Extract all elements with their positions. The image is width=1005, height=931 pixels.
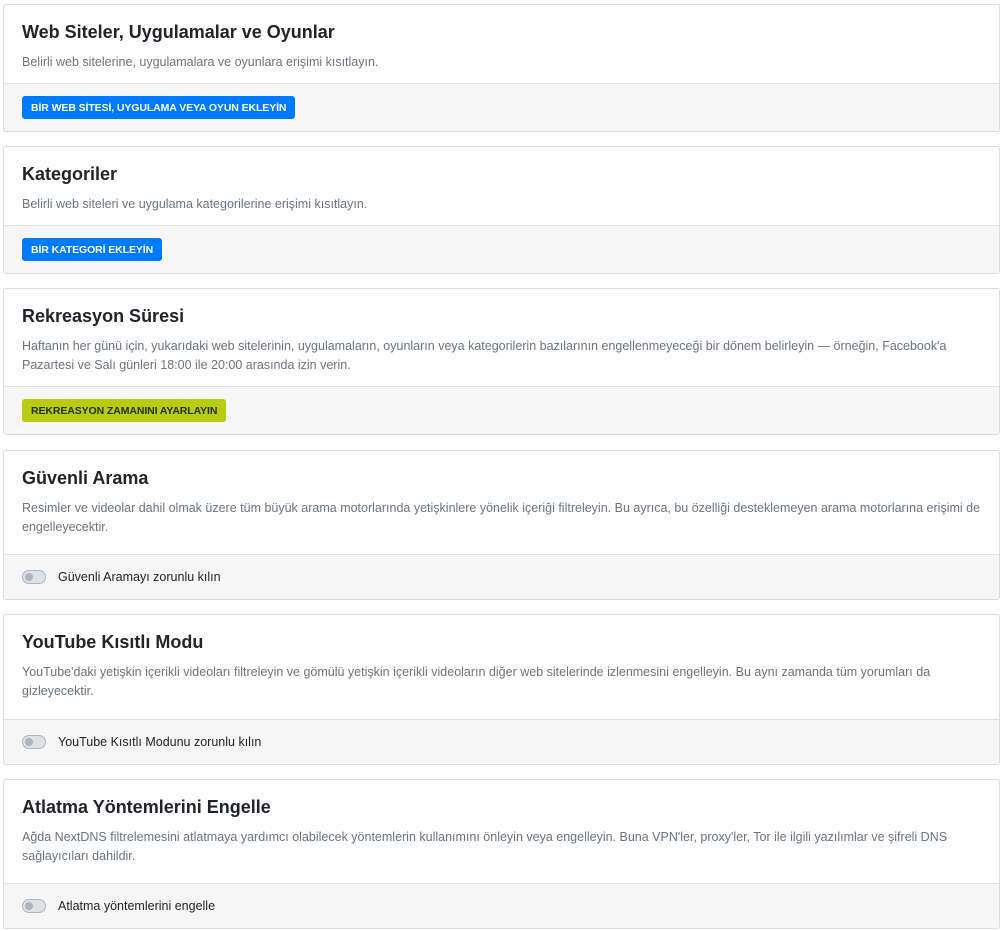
toggle-knob [25, 573, 33, 581]
safesearch-toggle[interactable] [22, 570, 46, 584]
youtube-description: YouTube'daki yetişkin içerikli videoları… [22, 665, 931, 698]
recreation-card: Rekreasyon Süresi Haftanın her günü için… [3, 288, 1000, 435]
safesearch-card: Güvenli Arama Resimler ve videolar dahil… [3, 450, 1000, 600]
safesearch-description: Resimler ve videolar dahil olmak üzere t… [22, 501, 981, 534]
bypass-footer: Atlatma yöntemlerini engelle [4, 883, 999, 928]
bypass-toggle-row[interactable]: Atlatma yöntemlerini engelle [22, 899, 215, 913]
bypass-description: Ağda NextDNS filtrelemesini atlatmaya ya… [22, 830, 948, 863]
toggle-knob [25, 738, 33, 746]
categories-footer: BİR KATEGORİ EKLEYİN [4, 225, 999, 273]
bypass-toggle[interactable] [22, 899, 46, 913]
safesearch-toggle-row[interactable]: Güvenli Aramayı zorunlu kılın [22, 570, 221, 584]
bypass-card: Atlatma Yöntemlerini Engelle Ağda NextDN… [3, 779, 1000, 929]
websites-description: Belirli web sitelerine, uygulamalara ve … [22, 55, 379, 69]
bypass-title: Atlatma Yöntemlerini Engelle [22, 797, 271, 817]
youtube-card: YouTube Kısıtlı Modu YouTube'daki yetişk… [3, 614, 1000, 765]
recreation-title: Rekreasyon Süresi [22, 306, 185, 326]
categories-description: Belirli web siteleri ve uygulama kategor… [22, 197, 368, 211]
youtube-title: YouTube Kısıtlı Modu [22, 632, 204, 652]
categories-title: Kategoriler [22, 164, 118, 184]
safesearch-toggle-label[interactable]: Güvenli Aramayı zorunlu kılın [58, 570, 221, 584]
websites-card: Web Siteler, Uygulamalar ve Oyunlar Beli… [3, 4, 1000, 132]
safesearch-footer: Güvenli Aramayı zorunlu kılın [4, 554, 999, 599]
recreation-description: Haftanın her günü için, yukarıdaki web s… [22, 339, 947, 372]
websites-footer: BİR WEB SİTESİ, UYGULAMA VEYA OYUN EKLEY… [4, 83, 999, 131]
recreation-footer: REKREASYON ZAMANINI AYARLAYIN [4, 386, 999, 434]
youtube-footer: YouTube Kısıtlı Modunu zorunlu kılın [4, 719, 999, 764]
add-category-button[interactable]: BİR KATEGORİ EKLEYİN [22, 238, 163, 261]
toggle-knob [25, 902, 33, 910]
youtube-toggle-row[interactable]: YouTube Kısıtlı Modunu zorunlu kılın [22, 735, 261, 749]
bypass-toggle-label[interactable]: Atlatma yöntemlerini engelle [58, 899, 215, 913]
categories-card: Kategoriler Belirli web siteleri ve uygu… [3, 146, 1000, 274]
youtube-toggle[interactable] [22, 735, 46, 749]
youtube-toggle-label[interactable]: YouTube Kısıtlı Modunu zorunlu kılın [58, 735, 261, 749]
set-recreation-time-button[interactable]: REKREASYON ZAMANINI AYARLAYIN [22, 399, 227, 422]
add-website-button[interactable]: BİR WEB SİTESİ, UYGULAMA VEYA OYUN EKLEY… [22, 96, 296, 119]
safesearch-title: Güvenli Arama [22, 468, 149, 488]
websites-title: Web Siteler, Uygulamalar ve Oyunlar [22, 22, 335, 42]
